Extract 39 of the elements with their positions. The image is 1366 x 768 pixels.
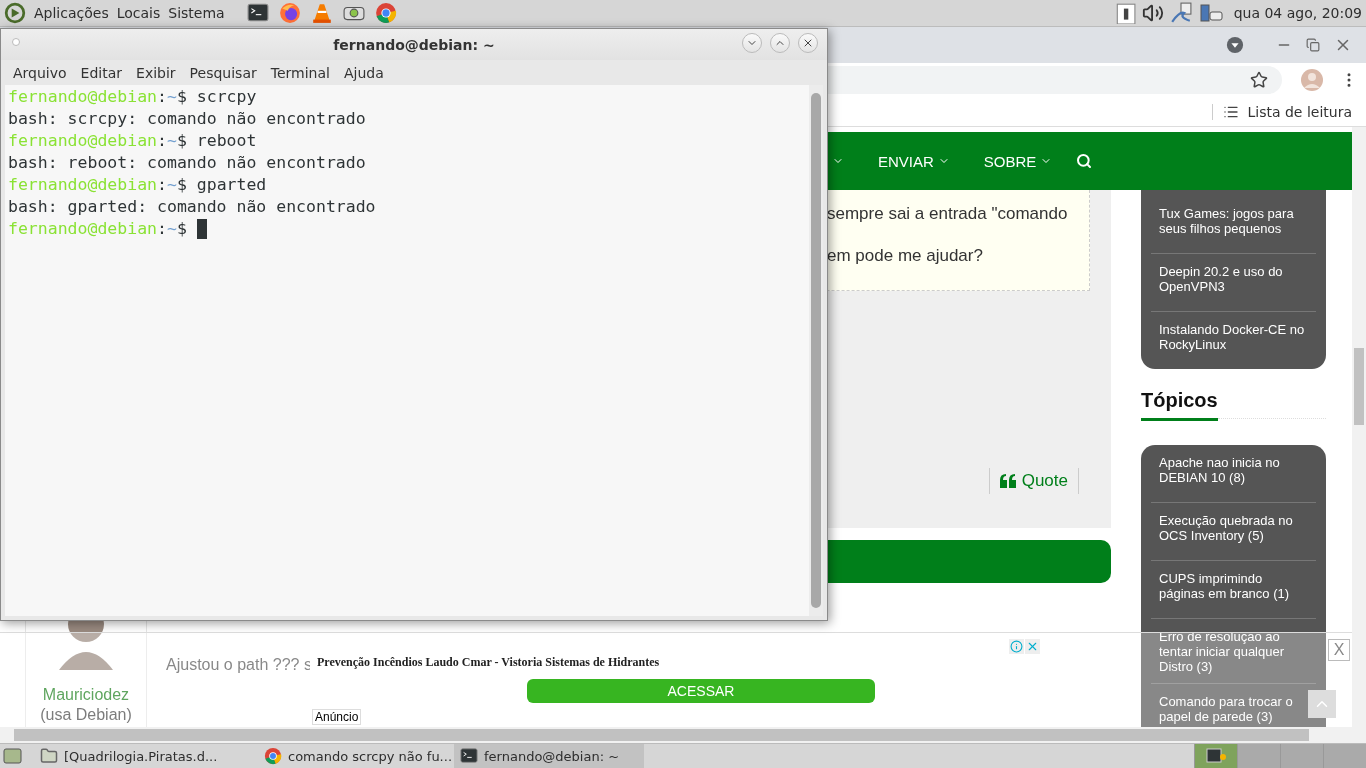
author-note: (usa Debian) <box>40 706 132 724</box>
taskbar-item[interactable]: fernando@debian: ~ <box>454 744 644 768</box>
sidebar-link[interactable]: Tux Games: jogos para seus filhos pequenos <box>1159 206 1308 244</box>
ad-title[interactable]: Prevenção Incêndios Laudo Cmar - Vistoria Sistemas de Hidrantes <box>317 655 660 670</box>
ad-close-button[interactable]: X <box>1328 639 1350 661</box>
topic-link[interactable]: Apache nao inicia no DEBIAN 10 (8) <box>1159 455 1308 493</box>
clock[interactable]: qua 04 ago, 20:09 <box>1233 5 1362 21</box>
menu-item[interactable]: Pesquisar <box>181 64 263 81</box>
terminal-line: fernando@debian:~$ reboot <box>8 130 258 152</box>
terminal-line: fernando@debian:~$ gparted <box>8 174 268 196</box>
post-text: em pode me ajudar? <box>827 246 984 266</box>
panel-menu[interactable]: Sistema <box>168 5 225 21</box>
menu-item[interactable]: Editar <box>72 64 129 81</box>
topic-link[interactable]: Comando para trocar o papel de parede (3) <box>1159 694 1308 727</box>
sidebar-link[interactable]: Instalando Docker-CE no RockyLinux <box>1159 322 1308 360</box>
nav-item[interactable]: ENVIAR <box>862 152 968 170</box>
menu-item[interactable]: Terminal <box>262 64 336 81</box>
panel-menu[interactable]: Aplicações <box>34 5 109 21</box>
reading-list-button[interactable]: Lista de leitura <box>1212 103 1352 120</box>
panel-menu[interactable]: Locais <box>116 5 161 21</box>
window-title: fernando@debian: ~ <box>333 36 495 53</box>
terminal-line: bash: reboot: comando não encontrado <box>8 152 367 174</box>
terminal-line: bash: scrcpy: comando não encontrado <box>8 108 367 130</box>
terminal-line: fernando@debian:~$ scrcpy <box>8 86 258 108</box>
quote-button[interactable]: Quote <box>988 468 1079 494</box>
section-heading: Tópicos <box>1141 389 1219 413</box>
menu-item[interactable]: Exibir <box>128 64 182 81</box>
menu-item[interactable]: Ajuda <box>335 64 390 81</box>
terminal-line: bash: gparted: comando não encontrado <box>8 196 377 218</box>
nav-item[interactable]: SOBRE <box>967 152 1071 170</box>
taskbar-item[interactable]: comando scrcpy não fu... <box>258 744 454 768</box>
topic-link[interactable]: Execução quebrada no OCS Inventory (5) <box>1159 513 1308 551</box>
ad-label: Anúncio <box>312 709 362 725</box>
post-text: sempre sai a entrada "comando <box>827 204 1069 224</box>
menu-item[interactable]: Arquivo <box>5 64 73 81</box>
topic-link[interactable]: CUPS imprimindo páginas em branco (1) <box>1159 571 1308 609</box>
taskbar-item[interactable]: [Quadrilogia.Piratas.d... <box>34 744 258 768</box>
sidebar-link[interactable]: Deepin 20.2 e uso do OpenVPN3 <box>1159 264 1308 302</box>
terminal-line: fernando@debian:~$ <box>8 218 806 240</box>
